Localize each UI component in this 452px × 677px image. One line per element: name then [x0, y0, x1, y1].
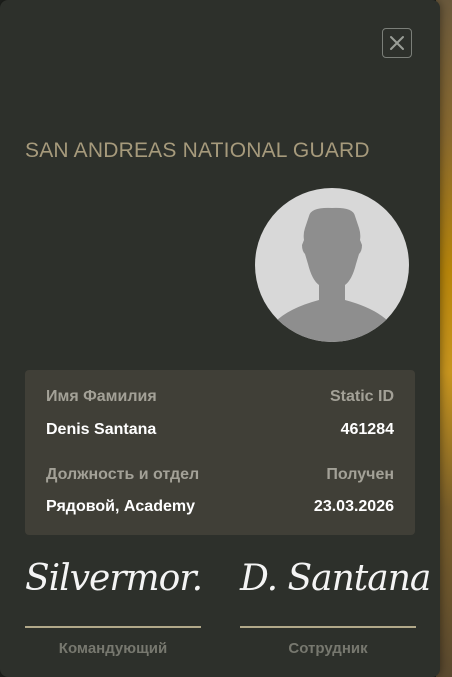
- employee-caption: Сотрудник: [288, 640, 368, 657]
- organization-title: SAN ANDREAS NATIONAL GUARD: [25, 139, 370, 162]
- employee-signature-line: [240, 626, 416, 628]
- avatar: [255, 188, 409, 342]
- position-value: Рядовой, Academy: [46, 498, 195, 515]
- commander-signature: Silvermor.: [25, 558, 203, 599]
- id-card-dialog: SAN ANDREAS NATIONAL GUARD Имя Фамилия S…: [0, 0, 440, 677]
- static-id-value: 461284: [340, 421, 394, 438]
- info-panel: Имя Фамилия Static ID Denis Santana 4612…: [25, 370, 415, 535]
- person-silhouette-icon: [275, 207, 389, 342]
- close-icon: [390, 36, 404, 50]
- commander-caption: Командующий: [58, 640, 168, 657]
- close-button[interactable]: [382, 28, 412, 58]
- commander-signature-line: [25, 626, 201, 628]
- received-label: Получен: [326, 466, 394, 483]
- static-id-label: Static ID: [329, 388, 394, 405]
- name-value: Denis Santana: [46, 421, 157, 438]
- name-label: Имя Фамилия: [46, 388, 157, 405]
- employee-signature: D. Santana: [240, 558, 431, 599]
- received-value: 23.03.2026: [313, 498, 394, 515]
- position-label: Должность и отдел: [46, 466, 200, 483]
